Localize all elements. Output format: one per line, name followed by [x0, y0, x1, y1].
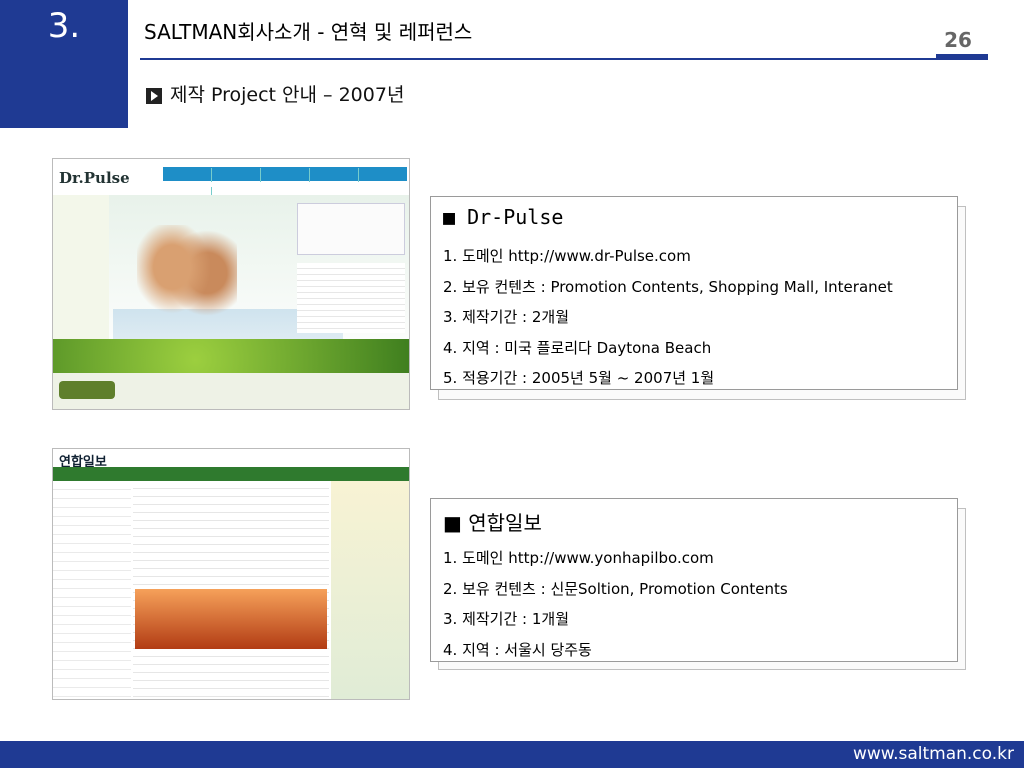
- detail-domain: 1. 도메인 http://www.yonhapilbo.com: [443, 549, 714, 567]
- project-heading: ■ Dr-Pulse: [443, 205, 564, 229]
- detail-domain: 1. 도메인 http://www.dr-Pulse.com: [443, 247, 691, 265]
- thumbnail-runners-image: [137, 225, 237, 345]
- dr-pulse-website-thumbnail: Dr.Pulse: [52, 158, 410, 410]
- section-number-box: 3.: [0, 0, 128, 128]
- project-heading: ■ 연합일보: [443, 511, 542, 535]
- detail-region: 4. 지역 : 미국 플로리다 Daytona Beach: [443, 338, 712, 357]
- detail-period: 3. 제작기간 : 1개월: [443, 610, 570, 628]
- detail-contents: 2. 보유 컨텐츠 : 신문Soltion, Promotion Content…: [443, 579, 788, 598]
- project-details: 1. 도메인 http://www.dr-Pulse.com 2. 보유 컨텐츠…: [443, 241, 893, 394]
- thumbnail-sunset-photo: [135, 589, 327, 649]
- footer-bar: www.saltman.co.kr: [0, 741, 1024, 768]
- section-number: 3.: [47, 6, 81, 46]
- play-bullet-icon: [146, 87, 162, 104]
- slide-title: SALTMAN회사소개 - 연혁 및 레퍼런스: [144, 20, 473, 44]
- detail-contents: 2. 보유 컨텐츠 : Promotion Contents, Shopping…: [443, 277, 893, 296]
- subtitle-text: 제작 Project 안내 – 2007년: [170, 84, 405, 106]
- project-card-yonhap: ■ 연합일보 1. 도메인 http://www.yonhapilbo.com …: [430, 498, 958, 662]
- project-card-dr-pulse: ■ Dr-Pulse 1. 도메인 http://www.dr-Pulse.co…: [430, 196, 958, 390]
- detail-region: 4. 지역 : 서울시 당주동: [443, 640, 592, 659]
- title-underline: [140, 58, 988, 60]
- dr-pulse-logo: Dr.Pulse: [59, 169, 130, 187]
- thumbnail-right-column: [331, 481, 409, 699]
- page-number-bar: [936, 54, 988, 60]
- project-details: 1. 도메인 http://www.yonhapilbo.com 2. 보유 컨…: [443, 543, 788, 665]
- subtitle: 제작 Project 안내 – 2007년: [146, 80, 404, 107]
- thumbnail-left-column: [53, 481, 131, 699]
- thumbnail-nav-bar: [53, 467, 409, 481]
- thumbnail-footer-logo: [59, 381, 115, 399]
- thumbnail-text-block: [297, 263, 405, 333]
- detail-period: 3. 제작기간 : 2개월: [443, 308, 570, 326]
- thumbnail-nav-bar: [163, 167, 407, 201]
- yonhap-website-thumbnail: 연합일보: [52, 448, 410, 700]
- detail-apply-period: 5. 적용기간 : 2005년 5월 ~ 2007년 1월: [443, 369, 715, 387]
- footer-url: www.saltman.co.kr: [852, 744, 1014, 764]
- thumbnail-news-panel: [297, 203, 405, 255]
- page-number: 26: [944, 28, 972, 52]
